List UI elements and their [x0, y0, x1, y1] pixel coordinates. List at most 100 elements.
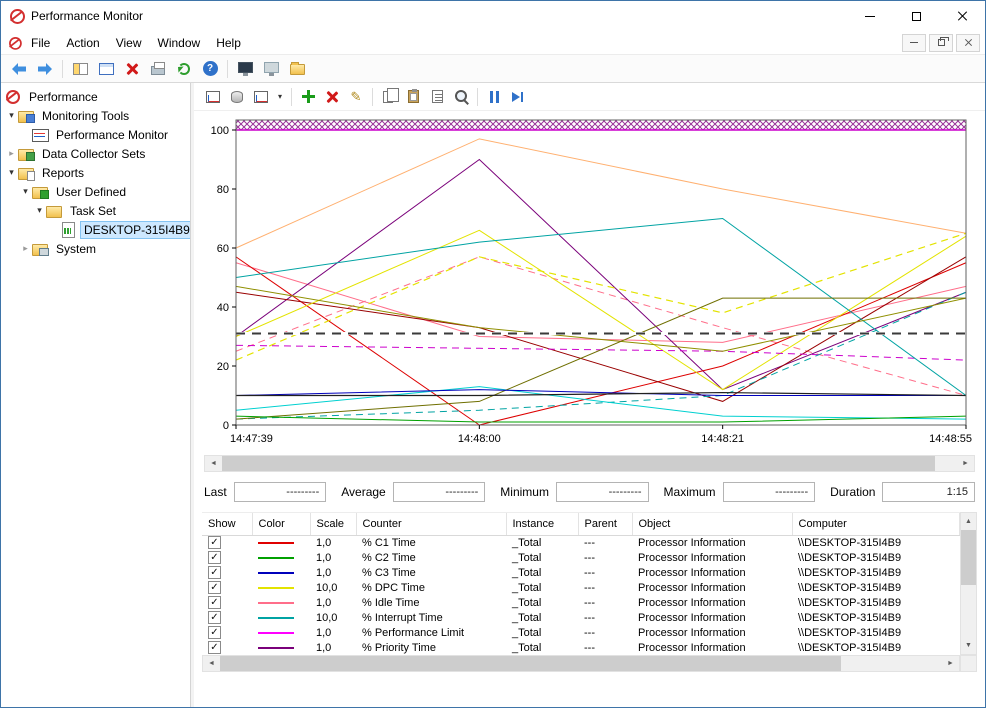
- expander-expanded-icon[interactable]: ▾: [19, 186, 32, 197]
- table-row-priority-time: ✓1,0% Priority Time_Total---Processor In…: [202, 640, 960, 655]
- help-button[interactable]: ?: [198, 57, 222, 81]
- expander-expanded-icon[interactable]: ▾: [33, 205, 46, 216]
- tree-item-performance-monitor[interactable]: Performance Monitor: [1, 125, 190, 144]
- show-hide-console-tree-button[interactable]: [68, 57, 92, 81]
- close-button[interactable]: [939, 1, 985, 31]
- expander-collapsed-icon[interactable]: ▸: [19, 243, 32, 254]
- menu-window[interactable]: Window: [150, 33, 209, 53]
- show-checkbox[interactable]: ✓: [208, 626, 221, 639]
- show-checkbox[interactable]: ✓: [208, 641, 221, 654]
- delete-button[interactable]: [120, 57, 144, 81]
- change-graph-type-button[interactable]: [250, 86, 272, 108]
- folder-reports-icon: [18, 165, 35, 180]
- tree-item-desktop-315i4b9[interactable]: DESKTOP-315I4B9: [1, 220, 190, 239]
- column-header-color[interactable]: Color: [252, 513, 310, 535]
- column-header-scale[interactable]: Scale: [310, 513, 356, 535]
- freeze-display-button[interactable]: [483, 86, 505, 108]
- show-checkbox[interactable]: ✓: [208, 566, 221, 579]
- expander-expanded-icon[interactable]: ▾: [5, 110, 18, 121]
- stat-label-duration: Duration: [830, 485, 875, 499]
- table-hscroll-track[interactable]: [220, 656, 942, 671]
- column-header-show[interactable]: Show: [202, 513, 252, 535]
- column-header-object[interactable]: Object: [632, 513, 792, 535]
- column-header-counter[interactable]: Counter: [356, 513, 506, 535]
- view-log-data-button[interactable]: [226, 86, 248, 108]
- menu-help[interactable]: Help: [208, 33, 249, 53]
- scroll-left-icon[interactable]: ◄: [203, 656, 220, 671]
- tree-item-user-defined[interactable]: ▾ User Defined: [1, 182, 190, 201]
- menu-file[interactable]: File: [23, 33, 58, 53]
- y-tick-label: 60: [217, 243, 229, 255]
- properties-icon: [432, 90, 443, 103]
- scroll-right-icon[interactable]: ►: [957, 456, 974, 471]
- counter-table-body: ✓1,0% C1 Time_Total---Processor Informat…: [202, 535, 960, 655]
- forward-button[interactable]: [33, 57, 57, 81]
- tree-item-data-collector-sets[interactable]: ▸Data Collector Sets: [1, 144, 190, 163]
- table-vscrollbar[interactable]: ▲ ▼: [960, 512, 977, 655]
- table-row-c1-time: ✓1,0% C1 Time_Total---Processor Informat…: [202, 535, 960, 550]
- copy-properties-button[interactable]: [378, 86, 400, 108]
- graph-type-dropdown[interactable]: ▾: [274, 86, 286, 108]
- chart-hscroll-track[interactable]: [222, 456, 957, 471]
- color-swatch: [258, 632, 294, 634]
- open-folder-button[interactable]: [285, 57, 309, 81]
- expander-collapsed-icon[interactable]: ▸: [5, 148, 18, 159]
- refresh-button[interactable]: [172, 57, 196, 81]
- window-options-button[interactable]: [259, 57, 283, 81]
- scroll-left-icon[interactable]: ◄: [205, 456, 222, 471]
- column-header-parent[interactable]: Parent: [578, 513, 632, 535]
- mdi-minimize-button[interactable]: [902, 34, 926, 52]
- properties-button[interactable]: [426, 86, 448, 108]
- menu-action[interactable]: Action: [58, 33, 107, 53]
- show-checkbox[interactable]: ✓: [208, 551, 221, 564]
- maximize-icon: [912, 12, 921, 21]
- back-button[interactable]: [7, 57, 31, 81]
- show-checkbox[interactable]: ✓: [208, 611, 221, 624]
- mdi-close-button[interactable]: [956, 34, 980, 52]
- cell-computer: \\DESKTOP-315I4B9: [792, 580, 960, 595]
- maximize-button[interactable]: [893, 1, 939, 31]
- main-area: Performance▾Monitoring ToolsPerformance …: [1, 83, 985, 707]
- monitor-chart-icon: [32, 127, 49, 142]
- menu-view[interactable]: View: [108, 33, 150, 53]
- table-vscroll-track[interactable]: [961, 530, 976, 637]
- new-window-button[interactable]: [233, 57, 257, 81]
- show-checkbox[interactable]: ✓: [208, 581, 221, 594]
- table-hscroll-thumb[interactable]: [220, 656, 841, 671]
- export-list-button[interactable]: [94, 57, 118, 81]
- paste-counter-list-button[interactable]: [402, 86, 424, 108]
- show-checkbox[interactable]: ✓: [208, 596, 221, 609]
- chart-hscroll-thumb[interactable]: [222, 456, 935, 471]
- minimize-button[interactable]: [847, 1, 893, 31]
- cell-parent: ---: [578, 610, 632, 625]
- view-current-activity-button[interactable]: [202, 86, 224, 108]
- table-vscroll-thumb[interactable]: [961, 530, 976, 585]
- expander-expanded-icon[interactable]: ▾: [5, 167, 18, 178]
- table-hscrollbar[interactable]: ◄ ►: [202, 655, 960, 672]
- scroll-down-icon[interactable]: ▼: [961, 637, 976, 654]
- tree-item-performance[interactable]: Performance: [1, 87, 190, 106]
- mdi-restore-button[interactable]: [929, 34, 953, 52]
- update-data-button[interactable]: [507, 86, 529, 108]
- delete-counter-button[interactable]: [321, 86, 343, 108]
- highlight-button[interactable]: ✎: [345, 86, 367, 108]
- tree-item-system[interactable]: ▸System: [1, 239, 190, 258]
- show-checkbox[interactable]: ✓: [208, 536, 221, 549]
- cell-instance: _Total: [506, 550, 578, 565]
- tree-item-reports[interactable]: ▾Reports: [1, 163, 190, 182]
- cell-computer: \\DESKTOP-315I4B9: [792, 595, 960, 610]
- chart-hscrollbar[interactable]: ◄ ►: [204, 455, 975, 472]
- tree-item-monitoring-tools[interactable]: ▾Monitoring Tools: [1, 106, 190, 125]
- scroll-up-icon[interactable]: ▲: [961, 513, 976, 530]
- print-button[interactable]: [146, 57, 170, 81]
- app-icon: [9, 8, 25, 24]
- column-header-instance[interactable]: Instance: [506, 513, 578, 535]
- add-counter-button[interactable]: [297, 86, 319, 108]
- zoom-button[interactable]: [450, 86, 472, 108]
- column-header-computer[interactable]: Computer: [792, 513, 960, 535]
- tree-item-task-set[interactable]: ▾Task Set: [1, 201, 190, 220]
- stat-label-minimum: Minimum: [500, 485, 549, 499]
- stat-value-duration: 1:15: [882, 482, 975, 502]
- tree-item-label: User Defined: [53, 184, 129, 200]
- scroll-right-icon[interactable]: ►: [942, 656, 959, 671]
